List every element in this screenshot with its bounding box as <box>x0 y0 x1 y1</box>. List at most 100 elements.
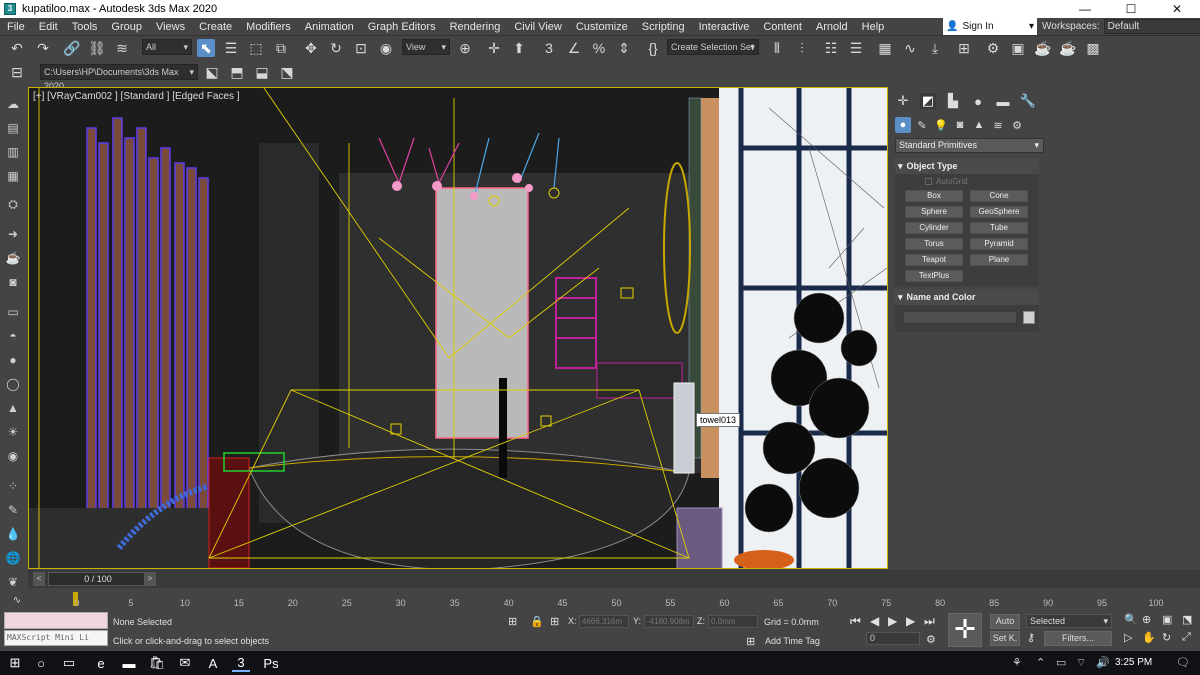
cone-icon[interactable]: ▲ <box>5 400 21 416</box>
angle-snap-icon[interactable]: ∠ <box>565 39 583 57</box>
add-time-tag-button[interactable]: Add Time Tag <box>765 636 820 646</box>
cone-button[interactable]: Cone <box>970 190 1028 202</box>
autogrid-checkbox[interactable]: AutoGrid <box>895 174 1039 188</box>
sun-icon[interactable]: ☀ <box>5 424 21 440</box>
toggle-ribbon-icon[interactable]: ▦ <box>876 39 894 57</box>
percent-snap-icon[interactable]: % <box>590 39 608 57</box>
current-frame-field[interactable]: 0 <box>866 632 920 645</box>
workspaces-select[interactable]: Default <box>1103 19 1200 34</box>
key-mode-icon[interactable]: ⚷ <box>1027 631 1035 644</box>
selection-region-icon[interactable]: ⬚ <box>247 39 265 57</box>
absolute-mode-icon[interactable]: ⊞ <box>550 615 559 628</box>
primitive-category-dropdown[interactable]: Standard Primitives <box>895 138 1044 153</box>
motion-tab-icon[interactable]: ● <box>970 93 986 109</box>
particles-icon[interactable]: ⁘ <box>5 478 21 494</box>
x-coordinate-field[interactable]: 4666.316m <box>579 615 629 628</box>
zoom-all-icon[interactable]: ⊕ <box>1142 613 1151 626</box>
orbit-icon[interactable]: ↻ <box>1162 631 1171 644</box>
menu-interactive[interactable]: Interactive <box>692 21 757 33</box>
menu-rendering[interactable]: Rendering <box>443 21 508 33</box>
textplus-button[interactable]: TextPlus <box>905 270 963 282</box>
next-frame-icon[interactable]: ▶ <box>906 614 915 628</box>
menu-help[interactable]: Help <box>855 21 892 33</box>
geometry-icon[interactable]: ● <box>895 117 911 133</box>
maximize-viewport-icon[interactable]: ⤢ <box>1182 631 1191 644</box>
rendered-frame-window-icon[interactable]: ▣ <box>1009 39 1027 57</box>
menu-edit[interactable]: Edit <box>32 21 65 33</box>
container-icon[interactable]: ▦ <box>5 168 21 184</box>
filters-button[interactable]: Filters... <box>1044 631 1112 646</box>
keyboard-shortcut-icon[interactable]: ⬆ <box>510 39 528 57</box>
key-filter-dropdown[interactable]: Selected <box>1026 614 1112 628</box>
hierarchy-tab-icon[interactable]: ▙ <box>945 93 961 109</box>
z-coordinate-field[interactable]: 0.0mm <box>708 615 758 628</box>
render-in-cloud-icon[interactable]: ▩ <box>1084 39 1102 57</box>
material-editor-icon[interactable]: ⊞ <box>955 39 973 57</box>
bind-space-warp-icon[interactable]: ≋ <box>113 39 131 57</box>
menu-graph-editors[interactable]: Graph Editors <box>361 21 443 33</box>
systems-icon[interactable]: ⚙ <box>1009 117 1025 133</box>
teapot-icon[interactable]: ☕ <box>5 250 21 266</box>
volume-icon[interactable]: 🔊 <box>1096 656 1110 669</box>
windows-start-icon[interactable]: ⊞ <box>6 654 24 672</box>
set-key-button[interactable]: Set K. <box>990 631 1020 646</box>
object-type-header[interactable]: ▾ Object Type <box>895 158 1039 174</box>
field-of-view-icon[interactable]: ▷ <box>1124 631 1132 644</box>
shapes-icon[interactable]: ✎ <box>914 117 930 133</box>
select-by-name-icon[interactable]: ☰ <box>222 39 240 57</box>
task-view-icon[interactable]: ▭ <box>60 654 78 672</box>
menu-civil-view[interactable]: Civil View <box>507 21 568 33</box>
menu-scripting[interactable]: Scripting <box>635 21 692 33</box>
viewport-label[interactable]: [+] [VRayCam002 ] [Standard ] [Edged Fac… <box>33 91 240 102</box>
menu-views[interactable]: Views <box>149 21 192 33</box>
cameras-icon[interactable]: ◙ <box>952 117 968 133</box>
menu-modifiers[interactable]: Modifiers <box>239 21 298 33</box>
box-icon[interactable]: ▭ <box>5 304 21 320</box>
render-production-icon[interactable]: ☕ <box>1034 39 1052 57</box>
chevron-up-icon[interactable]: ⌃ <box>1036 656 1045 669</box>
sphere-icon[interactable]: ● <box>5 352 21 368</box>
sign-in-button[interactable]: 👤 Sign In ▾ <box>943 18 1037 35</box>
project-path-dropdown[interactable]: C:\Users\HP\Documents\3ds Max 2020 <box>40 64 198 91</box>
photoshop-icon[interactable]: Ps <box>262 654 280 672</box>
viewport-layout-icon[interactable]: ☁ <box>5 96 21 112</box>
maxscript-listener-top[interactable] <box>4 612 108 629</box>
time-config-icon[interactable]: ⚙ <box>926 633 936 646</box>
cylinder-button[interactable]: Cylinder <box>905 222 963 234</box>
project-settings-icon[interactable]: ⬔ <box>278 63 296 81</box>
search-icon[interactable]: ○ <box>32 654 50 672</box>
sphere-button[interactable]: Sphere <box>905 206 963 218</box>
prev-frame-arrow-icon[interactable]: < <box>33 572 45 586</box>
menu-group[interactable]: Group <box>104 21 149 33</box>
menu-file[interactable]: File <box>0 21 32 33</box>
box-button[interactable]: Box <box>905 190 963 202</box>
play-icon[interactable]: ▶ <box>888 614 897 628</box>
unlink-icon[interactable]: ⛓ <box>88 39 106 57</box>
align-icon[interactable]: ⫶ <box>793 39 811 57</box>
select-manipulate-icon[interactable]: ✛ <box>485 39 503 57</box>
select-object-icon[interactable]: ⬉ <box>197 39 215 57</box>
file-explorer-icon[interactable]: ▬ <box>120 654 138 672</box>
time-slider[interactable]: < 0 / 100 > <box>28 570 1200 588</box>
reference-coord-dropdown[interactable]: View <box>402 39 450 55</box>
placement-icon[interactable]: ◉ <box>377 39 395 57</box>
wifi-icon[interactable]: ⌔ <box>1076 656 1086 670</box>
plane-button[interactable]: Plane <box>970 254 1028 266</box>
auto-key-button[interactable]: Auto <box>990 614 1020 629</box>
3ds-max-taskbar-icon[interactable]: 3 <box>232 654 250 672</box>
name-and-color-header[interactable]: ▾ Name and Color <box>895 289 1039 305</box>
globe-icon[interactable]: ◉ <box>5 448 21 464</box>
named-selection-dropdown[interactable]: Create Selection Set <box>667 39 759 55</box>
scene-explorer-icon[interactable]: ▤ <box>5 120 21 136</box>
edge-icon[interactable]: e <box>92 654 110 672</box>
menu-create[interactable]: Create <box>192 21 239 33</box>
display-tab-icon[interactable]: ▬ <box>995 93 1011 109</box>
acrobat-icon[interactable]: A <box>204 654 222 672</box>
selection-filter-dropdown[interactable]: All <box>142 39 192 55</box>
maximize-icon[interactable]: ☐ <box>1108 0 1154 18</box>
snaps-toggle-icon[interactable]: 3 <box>540 39 558 57</box>
camera-icon[interactable]: ◙ <box>5 274 21 290</box>
light-lister-icon[interactable]: ⛭ <box>5 196 21 212</box>
drop-icon[interactable]: 💧 <box>5 526 21 542</box>
create-project-icon[interactable]: ⬕ <box>203 63 221 81</box>
